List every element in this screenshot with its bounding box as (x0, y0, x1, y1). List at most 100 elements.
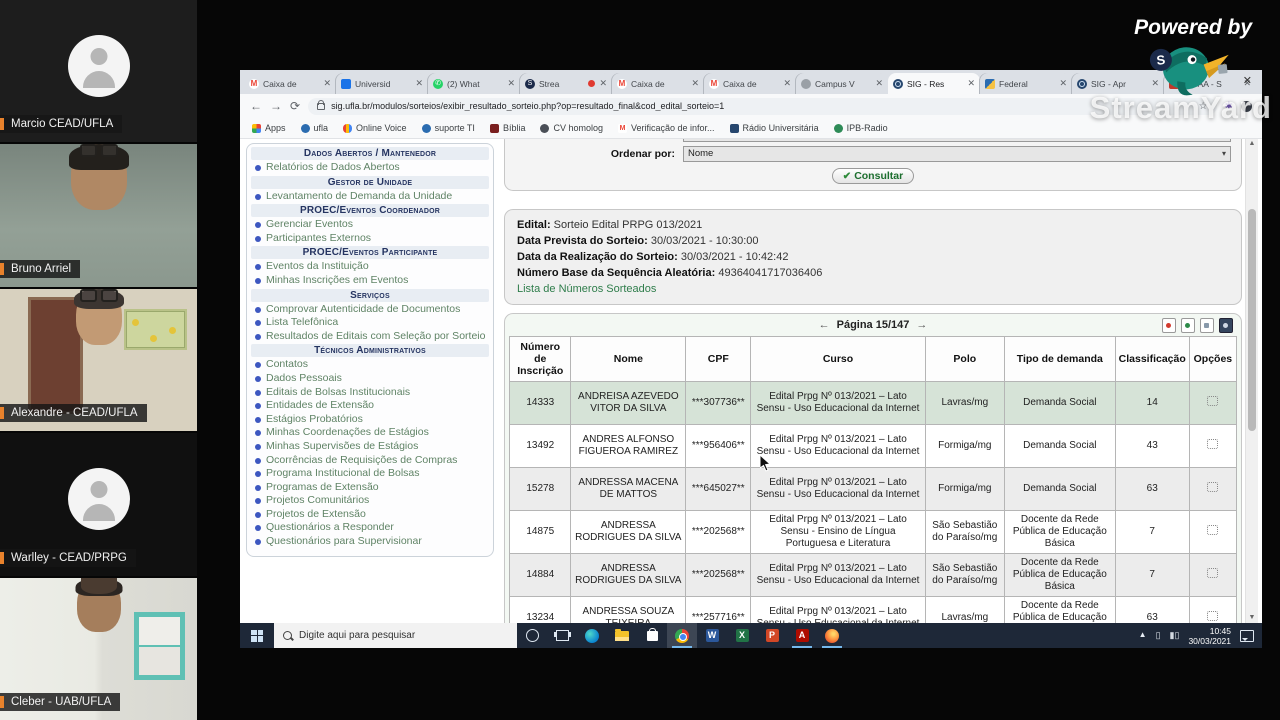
browser-tab[interactable]: Campus V ✕ (796, 73, 888, 94)
tab-close-icon[interactable]: ✕ (599, 78, 607, 89)
menu-item-link[interactable]: Minhas Coordenações de Estágios (251, 426, 489, 440)
options-icon[interactable] (1207, 568, 1219, 578)
menu-item-link[interactable]: Lista Telefônica (251, 316, 489, 330)
back-icon[interactable]: ← (250, 100, 262, 112)
options-icon[interactable] (1207, 396, 1219, 406)
tab-close-icon[interactable]: ✕ (967, 78, 975, 89)
url-omnibox[interactable]: sig.ufla.br/modulos/sorteios/exibir_resu… (308, 97, 1217, 115)
menu-item-link[interactable]: Projetos de Extensão (251, 508, 489, 522)
options-icon[interactable] (1207, 439, 1219, 449)
bookmark-item[interactable]: Verificação de infor... (617, 123, 715, 133)
menu-item-link[interactable]: Contatos (251, 358, 489, 372)
table-row[interactable]: 15278 ANDRESSA MACENA DE MATTOS ***64502… (508, 467, 1238, 511)
menu-item-link[interactable]: Participantes Externos (251, 232, 489, 246)
browser-tab[interactable]: Strea ✕ (520, 73, 612, 94)
tab-close-icon[interactable]: ✕ (691, 78, 699, 89)
menu-item-link[interactable]: Resultados de Editais com Seleção por So… (251, 330, 489, 344)
menu-item-link[interactable]: Estágios Probatórios (251, 413, 489, 427)
tab-close-icon[interactable]: ✕ (1059, 78, 1067, 89)
prev-page-arrow[interactable]: ← (819, 319, 830, 331)
powerpoint-button[interactable]: P (757, 623, 787, 648)
column-header[interactable]: Opções (1188, 336, 1238, 382)
battery-icon[interactable]: ▮▯ (1170, 630, 1180, 641)
menu-item-link[interactable]: Ocorrências de Requisições de Compras (251, 454, 489, 468)
menu-item-link[interactable]: Programa Institucional de Bolsas (251, 467, 489, 481)
column-header[interactable]: Classificação (1114, 336, 1190, 382)
sorted-numbers-link[interactable]: Lista de Números Sorteados (517, 281, 1229, 297)
menu-item-link[interactable]: Eventos da Instituição (251, 260, 489, 274)
excel-button[interactable]: X (727, 623, 757, 648)
tray-expand-icon[interactable]: ▲ (1139, 630, 1147, 639)
table-row[interactable]: 14884 ANDRESSA RODRIGUES DA SILVA ***202… (508, 553, 1238, 597)
column-header[interactable]: Nome (570, 336, 687, 382)
column-header[interactable]: Curso (750, 336, 926, 382)
browser-tab[interactable]: Federal ✕ (980, 73, 1072, 94)
excel-export-icon[interactable] (1181, 318, 1195, 333)
bookmark-item[interactable]: Online Voice (343, 123, 407, 133)
menu-item-link[interactable]: Comprovar Autenticidade de Documentos (251, 303, 489, 317)
reload-icon[interactable]: ⟳ (290, 100, 300, 112)
menu-item-link[interactable]: Dados Pessoais (251, 372, 489, 386)
column-header[interactable]: Polo (924, 336, 1005, 382)
column-header[interactable]: CPF (685, 336, 752, 382)
options-icon[interactable] (1207, 611, 1219, 621)
bookmark-item[interactable]: Apps (252, 123, 286, 133)
bookmark-item[interactable]: CV homolog (540, 123, 603, 133)
cortana-button[interactable] (517, 623, 547, 648)
table-row[interactable]: 14875 ANDRESSA RODRIGUES DA SILVA ***202… (508, 510, 1238, 554)
word-button[interactable]: W (697, 623, 727, 648)
forward-icon[interactable]: → (270, 100, 282, 112)
page-scrollbar[interactable]: ▲ ▼ (1245, 139, 1258, 648)
menu-item-link[interactable]: Editais de Bolsas Institucionais (251, 386, 489, 400)
firefox-button[interactable] (817, 623, 847, 648)
browser-tab[interactable]: (2) What ✕ (428, 73, 520, 94)
bookmark-item[interactable]: IPB-Radio (833, 123, 888, 133)
taskbar-clock[interactable]: 10:45 30/03/2021 (1188, 626, 1231, 646)
menu-item-link[interactable]: Programas de Extensão (251, 481, 489, 495)
bookmark-item[interactable]: suporte TI (421, 123, 475, 133)
browser-tab[interactable]: SIG - Res ✕ (888, 73, 980, 94)
acrobat-button[interactable]: A (787, 623, 817, 648)
scrollbar-thumb[interactable] (1248, 209, 1256, 431)
chrome-button[interactable] (667, 623, 697, 648)
browser-tab[interactable]: Universid ✕ (336, 73, 428, 94)
tab-close-icon[interactable]: ✕ (323, 78, 331, 89)
action-center-icon[interactable] (1240, 629, 1254, 642)
taskbar-search[interactable]: Digite aqui para pesquisar (274, 623, 517, 648)
column-header[interactable]: Tipo de demanda (1003, 336, 1116, 382)
browser-tab[interactable]: Caixa de ✕ (244, 73, 336, 94)
tab-close-icon[interactable]: ✕ (507, 78, 515, 89)
scroll-down-icon[interactable]: ▼ (1246, 614, 1258, 621)
menu-item-link[interactable]: Levantamento de Demanda da Unidade (251, 190, 489, 204)
menu-item-link[interactable]: Minhas Supervisões de Estágios (251, 440, 489, 454)
scroll-up-icon[interactable]: ▲ (1246, 140, 1258, 147)
options-icon[interactable] (1207, 525, 1219, 535)
store-button[interactable] (637, 623, 667, 648)
browser-tab[interactable]: Caixa de ✕ (704, 73, 796, 94)
menu-item-link[interactable]: Questionários para Supervisionar (251, 535, 489, 549)
start-button[interactable] (240, 623, 274, 648)
file-explorer-button[interactable] (607, 623, 637, 648)
consultar-button[interactable]: ✔ Consultar (831, 168, 915, 184)
table-row[interactable]: 13492 ANDRES ALFONSO FIGUEROA RAMIREZ **… (508, 424, 1238, 468)
menu-item-link[interactable]: Projetos Comunitários (251, 494, 489, 508)
bookmark-item[interactable]: Bíblia (489, 123, 525, 133)
tab-close-icon[interactable]: ✕ (783, 78, 791, 89)
menu-item-link[interactable]: Relatórios de Dados Abertos (251, 161, 489, 175)
order-by-select[interactable]: Nome ▾ (683, 145, 1231, 162)
menu-item-link[interactable]: Entidades de Extensão (251, 399, 489, 413)
menu-item-link[interactable]: Minhas Inscrições em Eventos (251, 274, 489, 288)
browser-tab[interactable]: Caixa de ✕ (612, 73, 704, 94)
column-header[interactable]: Número de Inscrição (508, 336, 572, 382)
bookmark-item[interactable]: ufla (300, 123, 328, 133)
menu-item-link[interactable]: Gerenciar Eventos (251, 218, 489, 232)
device-icon[interactable]: ▯ (1156, 630, 1161, 641)
table-row[interactable]: 14333 ANDREISA AZEVEDO VITOR DA SILVA **… (508, 381, 1238, 425)
next-page-arrow[interactable]: → (916, 319, 927, 331)
print-export-icon[interactable] (1219, 318, 1233, 333)
menu-item-link[interactable]: Questionários a Responder (251, 521, 489, 535)
demand-type-select[interactable]: Todos ▾ (683, 139, 1231, 142)
bookmark-item[interactable]: Rádio Universitária (729, 123, 819, 133)
edge-button[interactable] (577, 623, 607, 648)
tab-close-icon[interactable]: ✕ (415, 78, 423, 89)
